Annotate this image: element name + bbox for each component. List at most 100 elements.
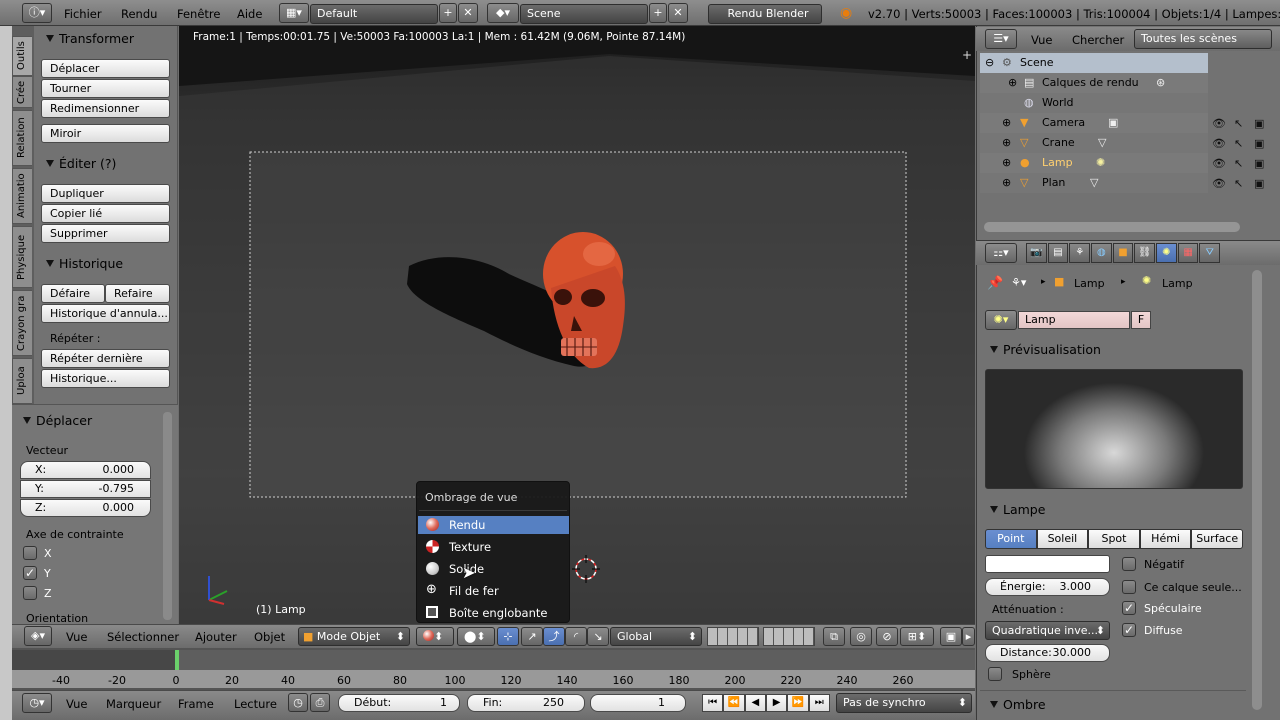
outliner-row-lamp[interactable]: ⊕ ● Lamp ✺ bbox=[980, 153, 1208, 173]
tab-upload[interactable]: Uploa bbox=[12, 358, 32, 404]
translate-button[interactable]: Déplacer bbox=[41, 59, 170, 78]
lamp-panel-header[interactable]: Lampe bbox=[990, 502, 1045, 517]
object-context-icon[interactable]: ■ bbox=[1112, 243, 1134, 263]
this-layer-only-checkbox[interactable] bbox=[1122, 580, 1136, 594]
timeline-menu-view[interactable]: Vue bbox=[66, 697, 87, 711]
sphere-checkbox[interactable] bbox=[988, 667, 1002, 681]
texture-context-icon[interactable]: ▦ bbox=[1177, 243, 1199, 263]
lamp-color-swatch[interactable] bbox=[985, 555, 1110, 573]
tab-create[interactable]: Crée bbox=[12, 76, 32, 108]
skull-select-cursor-icon[interactable]: ↖ bbox=[1234, 137, 1243, 150]
screen-layout-icon[interactable]: ▦▾ bbox=[279, 3, 309, 23]
operator-scrollbar[interactable] bbox=[163, 412, 172, 620]
lamp-visibility-eye-icon[interactable]: 👁 bbox=[1212, 157, 1226, 170]
end-frame-field[interactable]: Fin: 250 bbox=[467, 694, 585, 712]
lamp-type-hemi[interactable]: Hémi bbox=[1139, 529, 1192, 549]
remove-layout-icon[interactable]: ✕ bbox=[458, 3, 478, 23]
layer-buttons-group-2[interactable] bbox=[763, 627, 815, 646]
proportional-edit-icon[interactable]: ◎ bbox=[850, 627, 872, 646]
constraints-context-icon[interactable]: ⛓ bbox=[1134, 243, 1156, 263]
outliner-row-scene[interactable]: ⊖ ⚙ Scene bbox=[980, 53, 1208, 73]
camera-render-icon[interactable]: ▣ bbox=[1254, 117, 1264, 130]
layout-selector[interactable]: Default bbox=[310, 4, 438, 24]
editor-type-info-icon[interactable]: ⓘ▾ bbox=[22, 3, 52, 23]
vector-z-field[interactable]: Z: 0.000 bbox=[20, 499, 151, 517]
play-reverse-icon[interactable]: ◀ bbox=[744, 694, 766, 712]
shading-option-rendered[interactable]: Rendu bbox=[418, 516, 569, 534]
remove-scene-icon[interactable]: ✕ bbox=[668, 3, 688, 23]
camera-select-cursor-icon[interactable]: ↖ bbox=[1234, 117, 1243, 130]
editor-type-outliner-icon[interactable]: ☰▾ bbox=[985, 29, 1017, 49]
physics-context-icon[interactable]: ⛛ bbox=[1199, 243, 1221, 263]
preview-panel-header[interactable]: Prévisualisation bbox=[990, 342, 1101, 357]
delete-button[interactable]: Supprimer bbox=[41, 224, 170, 243]
add-scene-icon[interactable]: + bbox=[649, 3, 667, 23]
tab-tools[interactable]: Outils bbox=[12, 36, 32, 76]
scene-icon[interactable]: ◆▾ bbox=[487, 3, 519, 23]
vector-x-field[interactable]: X: 0.000 bbox=[20, 461, 151, 479]
lamp-select-cursor-icon[interactable]: ↖ bbox=[1234, 157, 1243, 170]
sync-mode-selector[interactable]: Pas de synchro ⬍ bbox=[836, 693, 972, 713]
manipulator-toggle-icon[interactable]: ⊹ bbox=[497, 627, 519, 646]
play-icon[interactable]: ▶ bbox=[765, 694, 788, 712]
current-frame-field[interactable]: 1 bbox=[590, 694, 686, 712]
specular-checkbox[interactable]: ✓ bbox=[1122, 601, 1136, 615]
lamp-render-icon[interactable]: ▣ bbox=[1254, 157, 1264, 170]
snap-toggle-icon[interactable]: ⊘ bbox=[876, 627, 898, 646]
shading-option-solid[interactable]: Solide bbox=[418, 560, 569, 578]
timeline-menu-marker[interactable]: Marqueur bbox=[106, 697, 161, 711]
jump-end-icon[interactable]: ⏭ bbox=[808, 694, 830, 712]
viewport-shading-button[interactable]: ⬍ bbox=[416, 627, 454, 646]
mirror-button[interactable]: Miroir bbox=[41, 124, 170, 143]
world-context-icon[interactable]: ◍ bbox=[1091, 243, 1112, 263]
add-layout-icon[interactable]: + bbox=[439, 3, 457, 23]
next-keyframe-icon[interactable]: ⏩ bbox=[787, 694, 809, 712]
shading-option-texture[interactable]: Texture bbox=[418, 538, 569, 556]
operator-panel-header[interactable]: Déplacer bbox=[23, 413, 92, 428]
lamp-datablock-browse-icon[interactable]: ✺▾ bbox=[985, 310, 1017, 330]
timeline-menu-playback[interactable]: Lecture bbox=[234, 697, 277, 711]
menu-window[interactable]: Fenêtre bbox=[177, 7, 220, 21]
scale-button[interactable]: Redimensionner bbox=[41, 99, 170, 118]
camera-visibility-eye-icon[interactable]: 👁 bbox=[1212, 117, 1226, 130]
snap-element-icon[interactable]: ⊞⬍ bbox=[900, 627, 934, 646]
transform-panel-header[interactable]: Transformer bbox=[46, 31, 134, 46]
menu-file[interactable]: Fichier bbox=[64, 7, 102, 21]
duplicate-linked-button[interactable]: Copier lié bbox=[41, 204, 170, 223]
duplicate-button[interactable]: Dupliquer bbox=[41, 184, 170, 203]
jump-start-icon[interactable]: ⏮ bbox=[702, 694, 724, 712]
rotate-manipulator-icon[interactable]: ⤴ bbox=[543, 627, 565, 646]
vector-y-field[interactable]: Y: -0.795 bbox=[20, 480, 151, 498]
preview-range-icon[interactable]: ◷ bbox=[288, 693, 308, 712]
scene-context-icon[interactable]: ⚘ bbox=[1069, 243, 1091, 263]
interaction-mode-selector[interactable]: ■ Mode Objet ⬍ bbox=[298, 627, 410, 646]
outliner-display-mode[interactable]: Toutes les scènes bbox=[1134, 29, 1272, 49]
scene-selector[interactable]: Scene bbox=[520, 4, 648, 24]
shadow-panel-header[interactable]: Ombre bbox=[990, 697, 1046, 712]
constraint-y-checkbox[interactable]: ✓ bbox=[23, 566, 37, 580]
plane-render-icon[interactable]: ▣ bbox=[1254, 177, 1264, 190]
outliner-row-render-layers[interactable]: ⊕ ▤ Calques de rendu ⊛ bbox=[980, 73, 1208, 93]
menu-render[interactable]: Rendu bbox=[121, 7, 157, 21]
outliner-menu-search[interactable]: Chercher bbox=[1072, 33, 1124, 47]
editor-type-timeline-icon[interactable]: ◷▾ bbox=[22, 693, 52, 713]
redo-button[interactable]: Refaire bbox=[105, 284, 170, 303]
timeline-menu-frame[interactable]: Frame bbox=[178, 697, 214, 711]
shading-option-bounding-box[interactable]: Boîte englobante bbox=[418, 604, 569, 622]
constraint-z-checkbox[interactable] bbox=[23, 586, 37, 600]
manipulator-extra-icon[interactable]: ↘ bbox=[587, 627, 609, 646]
view3d-menu-add[interactable]: Ajouter bbox=[195, 630, 237, 644]
editor-type-3d-icon[interactable]: ◈▾ bbox=[24, 626, 52, 646]
properties-scrollbar[interactable] bbox=[1252, 270, 1262, 710]
falloff-type-selector[interactable]: Quadratique inve... ⬍ bbox=[985, 621, 1110, 640]
outliner-scrollbar[interactable] bbox=[984, 222, 1240, 232]
translate-manipulator-icon[interactable]: ↗ bbox=[521, 627, 543, 646]
outliner-row-world[interactable]: ◍ World bbox=[980, 93, 1208, 113]
lock-range-icon[interactable]: ⎙ bbox=[310, 693, 330, 712]
undo-button[interactable]: Défaire bbox=[41, 284, 105, 303]
lamp-type-point[interactable]: Point bbox=[985, 529, 1037, 549]
editor-type-properties-icon[interactable]: ⚏▾ bbox=[985, 243, 1017, 263]
view3d-menu-view[interactable]: Vue bbox=[66, 630, 87, 644]
menu-help[interactable]: Aide bbox=[237, 7, 262, 21]
tab-grease-pencil[interactable]: Crayon gra bbox=[12, 290, 32, 356]
